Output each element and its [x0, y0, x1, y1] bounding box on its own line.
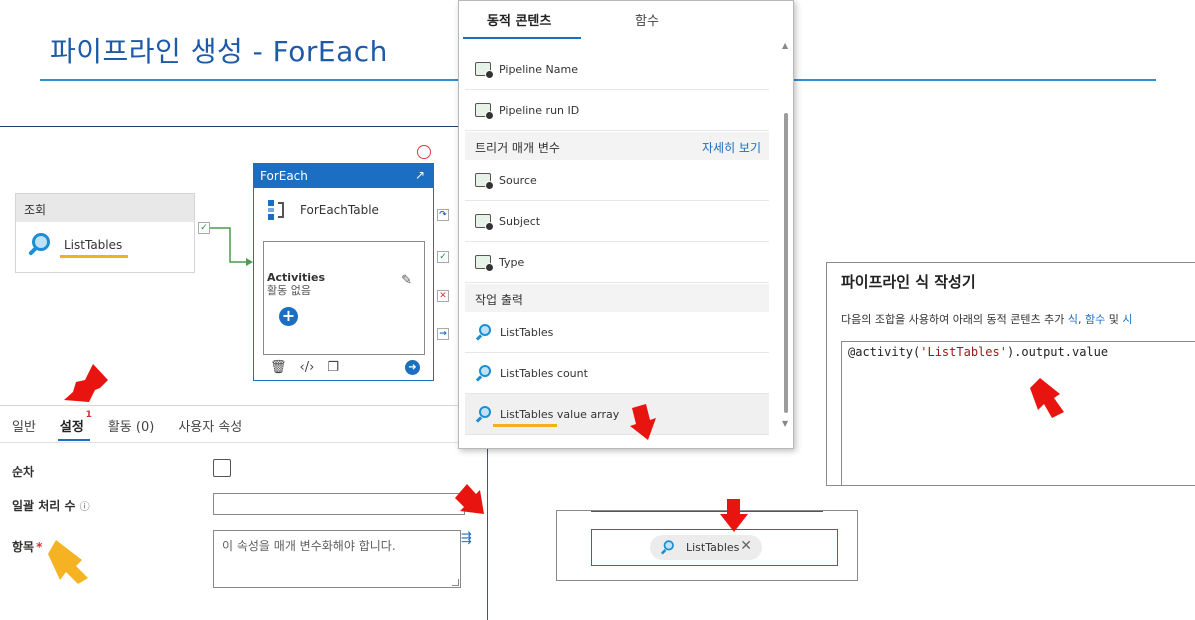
expressions-link[interactable]: 식: [1068, 313, 1078, 326]
list-item-type[interactable]: Type: [465, 242, 769, 283]
listtables-chip[interactable]: ListTables ✕: [650, 535, 762, 560]
expression-builder: 파이프라인 식 작성기 다음의 조합을 사용하여 아래의 동적 콘텐츠 추가 식…: [826, 262, 1195, 486]
popup-active-tab-underline: [463, 37, 581, 39]
list-item-pipeline-name[interactable]: Pipeline Name: [465, 49, 769, 90]
add-dynamic-content-icon[interactable]: ⇶: [461, 531, 472, 546]
expression-builder-description: 다음의 조합을 사용하여 아래의 동적 콘텐츠 추가 식, 함수 및 시: [841, 313, 1133, 326]
system-variables-link[interactable]: 시: [1122, 313, 1132, 326]
tab-general[interactable]: 일반: [12, 416, 36, 435]
list-item-source[interactable]: Source: [465, 160, 769, 201]
foreach-toolbar: 🗑 ‹/› ❐ ➜: [270, 358, 420, 376]
edit-pencil-icon[interactable]: ✎: [401, 273, 412, 288]
chip-remove-icon[interactable]: ✕: [740, 538, 752, 554]
red-circle-marker: [417, 145, 431, 159]
lookup-activity[interactable]: 조회 ListTables: [15, 193, 195, 273]
scroll-down-icon[interactable]: ▼: [782, 419, 788, 428]
info-icon[interactable]: ⓘ: [80, 502, 90, 513]
sequential-label: 순차: [12, 465, 35, 479]
lookup-output-icon: [475, 405, 492, 423]
items-textarea[interactable]: 이 속성을 매개 변수화해야 합니다.: [213, 530, 461, 588]
list-item-listtables-value-array[interactable]: ListTables value array: [465, 394, 769, 435]
skip-port-icon[interactable]: ↷: [437, 209, 449, 221]
items-chip-panel: ListTables ✕: [556, 510, 858, 581]
lookup-output-icon: [475, 323, 492, 341]
trigger-variable-icon: [475, 214, 494, 231]
tab-dynamic-content[interactable]: 동적 콘텐츠: [487, 10, 551, 29]
list-item-subject[interactable]: Subject: [465, 201, 769, 242]
resize-grip[interactable]: [452, 579, 459, 586]
inner-activities-area[interactable]: Activities 활동 없음 ✎ +: [263, 241, 425, 355]
foreach-activity[interactable]: ForEach ↗ ForEachTable Activities 활동 없음 …: [253, 163, 434, 381]
copy-icon[interactable]: ❐: [327, 360, 339, 375]
lookup-icon: [26, 232, 52, 258]
code-icon[interactable]: ‹/›: [300, 360, 315, 375]
failure-port-icon[interactable]: ✕: [437, 290, 449, 302]
items-label: 항목 *: [12, 540, 43, 554]
tab-user-properties[interactable]: 사용자 속성: [178, 416, 242, 435]
lookup-output-icon: [660, 540, 674, 555]
lookup-activity-name: ListTables: [60, 238, 129, 258]
activities-empty-label: 활동 없음: [267, 284, 311, 297]
expression-builder-title: 파이프라인 식 작성기: [841, 273, 976, 291]
success-connector: [208, 227, 250, 263]
lookup-output-icon: [475, 364, 492, 382]
trigger-variable-icon: [475, 173, 494, 190]
highlight-underline: [60, 255, 129, 258]
lookup-activity-header: 조회: [16, 194, 194, 222]
settings-badge: 1: [85, 410, 92, 420]
batch-count-label: 일괄 처리 수 ⓘ: [12, 499, 90, 513]
trigger-params-section: 트리거 매개 변수 자세히 보기: [465, 132, 769, 160]
chip-panel-topline: [591, 511, 823, 512]
foreach-icon: [268, 200, 286, 220]
tab-settings[interactable]: 설정 1: [60, 410, 92, 435]
expression-code: @activity('ListTables').output.value: [848, 345, 1109, 359]
foreach-header-label: ForEach: [260, 169, 308, 183]
scrollbar-thumb[interactable]: [784, 113, 788, 413]
highlight-underline: [493, 424, 557, 427]
foreach-header: ForEach ↗: [254, 164, 433, 188]
success-output-port-icon[interactable]: ✓: [437, 251, 449, 263]
system-variable-icon: [475, 62, 494, 79]
popup-scrollbar[interactable]: ▲ ▼: [780, 41, 792, 431]
more-link[interactable]: 자세히 보기: [702, 139, 761, 156]
connector-arrowhead: [246, 258, 253, 266]
delete-icon[interactable]: 🗑: [270, 360, 287, 375]
add-activity-icon[interactable]: +: [279, 307, 298, 326]
tab-activities[interactable]: 활동 (0): [108, 416, 154, 435]
sequential-checkbox[interactable]: [213, 459, 231, 477]
properties-tabs: 일반 설정 1 활동 (0) 사용자 속성: [12, 410, 266, 435]
go-arrow-icon[interactable]: ➜: [404, 359, 420, 375]
functions-link[interactable]: 함수: [1085, 313, 1105, 326]
properties-divider: [0, 405, 487, 406]
tab-functions[interactable]: 함수: [635, 10, 659, 29]
dynamic-content-popup: 동적 콘텐츠 함수 Pipeline Name Pipeline run ID …: [458, 0, 794, 449]
chip-label: ListTables: [686, 541, 740, 554]
items-placeholder: 이 속성을 매개 변수화해야 합니다.: [222, 539, 396, 553]
active-tab-underline: [58, 439, 90, 441]
foreach-activity-name: ForEachTable: [300, 203, 379, 217]
batch-count-input[interactable]: [213, 493, 465, 515]
activity-outputs-section: 작업 출력: [465, 284, 769, 312]
list-item-pipeline-run-id[interactable]: Pipeline run ID: [465, 90, 769, 131]
system-variable-icon: [475, 103, 494, 120]
expand-icon[interactable]: ↗: [415, 168, 425, 182]
required-marker: *: [36, 540, 43, 554]
expression-editor[interactable]: @activity('ListTables').output.value: [841, 341, 1195, 485]
success-port-icon[interactable]: ✓: [198, 222, 210, 234]
items-chip-field[interactable]: ListTables ✕: [591, 529, 838, 566]
list-item-listtables-count[interactable]: ListTables count: [465, 353, 769, 394]
scroll-up-icon[interactable]: ▲: [782, 41, 788, 50]
trigger-variable-icon: [475, 255, 494, 272]
list-item-listtables[interactable]: ListTables: [465, 312, 769, 353]
completion-port-icon[interactable]: →: [437, 328, 449, 340]
tabs-divider: [0, 442, 487, 443]
